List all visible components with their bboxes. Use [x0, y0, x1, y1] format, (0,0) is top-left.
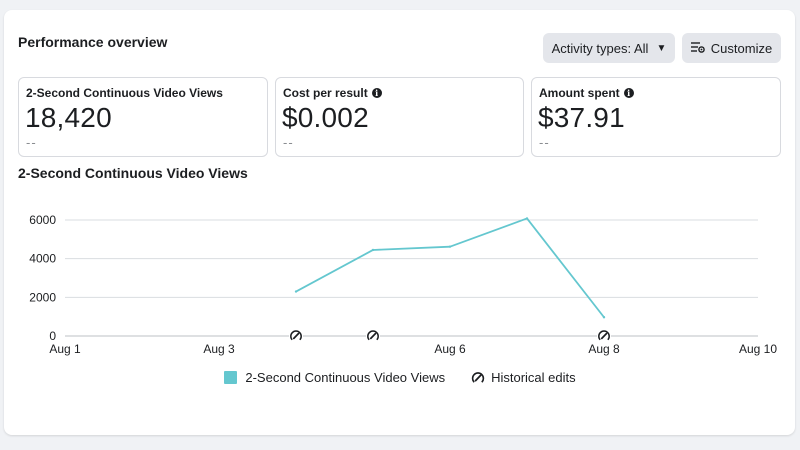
y-tick-label: 4000: [29, 252, 56, 266]
data-point: [602, 316, 606, 319]
chart-legend: 2-Second Continuous Video Views Historic…: [0, 370, 800, 385]
data-point: [294, 290, 298, 293]
legend-item-historical-edits[interactable]: Historical edits: [471, 370, 576, 385]
historical-edit-icon: [471, 371, 485, 383]
x-tick-label: Aug 3: [203, 342, 235, 356]
y-tick-label: 0: [49, 329, 56, 343]
data-point: [448, 245, 452, 248]
data-point: [371, 248, 375, 252]
historical-edit-marker[interactable]: [597, 329, 611, 343]
historical-edit-marker[interactable]: [289, 329, 303, 343]
legend-label: Historical edits: [491, 370, 576, 385]
y-tick-label: 2000: [29, 290, 56, 304]
x-tick-label: Aug 1: [49, 342, 81, 356]
series-line: [295, 217, 605, 318]
data-point: [525, 217, 529, 220]
x-tick-label: Aug 10: [739, 342, 777, 356]
legend-item-video-views[interactable]: 2-Second Continuous Video Views: [224, 370, 445, 385]
y-tick-label: 6000: [29, 213, 56, 227]
x-tick-label: Aug 6: [434, 342, 466, 356]
legend-swatch: [224, 371, 238, 384]
legend-label: 2-Second Continuous Video Views: [245, 370, 446, 385]
x-tick-label: Aug 8: [588, 342, 620, 356]
historical-edit-marker[interactable]: [366, 329, 380, 343]
